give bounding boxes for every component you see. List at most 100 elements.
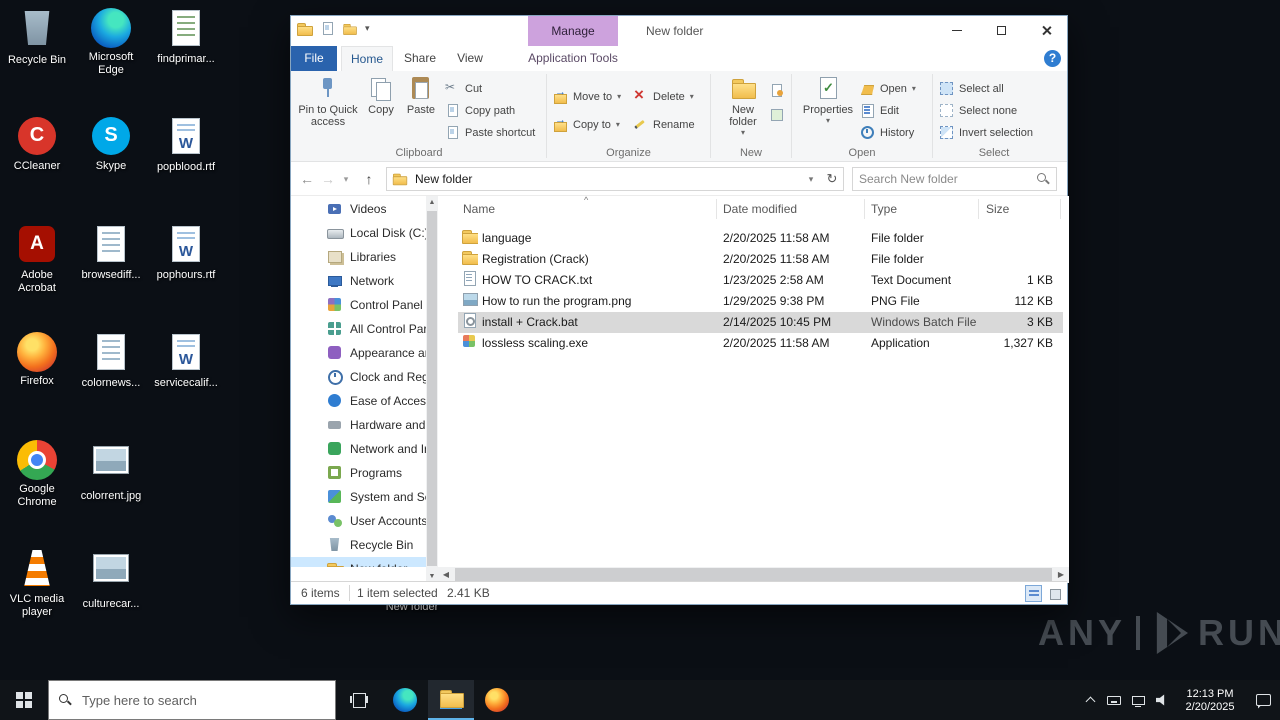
qat-customize-chevron-icon[interactable]: ▾ bbox=[365, 24, 370, 33]
column-separator[interactable] bbox=[978, 199, 979, 219]
tray-network-button[interactable] bbox=[1126, 680, 1150, 720]
desktop-icon-pophours[interactable]: pophours.rtf bbox=[150, 224, 222, 282]
nav-item-system-security[interactable]: System and Se bbox=[291, 485, 426, 509]
file-row-install-crack-bat[interactable]: install + Crack.bat 2/14/2025 10:45 PM W… bbox=[458, 312, 1063, 333]
tray-volume-button[interactable] bbox=[1150, 680, 1174, 720]
nav-item-network-internet[interactable]: Network and Ir bbox=[291, 437, 426, 461]
address-box[interactable]: New folder ▾ ↻ bbox=[386, 167, 844, 191]
refresh-button[interactable]: ↻ bbox=[821, 171, 843, 187]
taskbar-firefox-button[interactable] bbox=[474, 680, 520, 720]
recent-locations-button[interactable]: ▾ bbox=[339, 169, 353, 189]
scroll-up-icon[interactable]: ▲ bbox=[426, 196, 438, 209]
column-header-name[interactable]: Name bbox=[463, 196, 495, 222]
action-center-button[interactable] bbox=[1246, 680, 1280, 720]
file-row-registration-crack[interactable]: Registration (Crack) 2/20/2025 11:58 AM … bbox=[458, 249, 1063, 270]
copy-path-button[interactable]: Copy path bbox=[445, 101, 515, 120]
desktop-icon-ccleaner[interactable]: CCleaner bbox=[1, 116, 73, 173]
column-header-date-modified[interactable]: Date modified bbox=[723, 196, 797, 222]
nav-item-clock-region[interactable]: Clock and Regi bbox=[291, 365, 426, 389]
tray-keyboard-button[interactable] bbox=[1102, 680, 1126, 720]
delete-button[interactable]: Delete ▾ bbox=[633, 87, 694, 106]
search-input[interactable] bbox=[853, 172, 1035, 186]
paste-button[interactable]: Paste bbox=[401, 75, 441, 116]
cut-button[interactable]: Cut bbox=[445, 79, 482, 98]
taskbar-file-explorer-button[interactable] bbox=[428, 680, 474, 720]
minimize-button[interactable] bbox=[934, 16, 979, 45]
desktop-icon-firefox[interactable]: Firefox bbox=[1, 332, 73, 388]
column-separator[interactable] bbox=[1060, 199, 1061, 219]
tab-view[interactable]: View bbox=[447, 46, 493, 71]
nav-item-local-disk[interactable]: Local Disk (C:) bbox=[291, 221, 426, 245]
back-button[interactable]: ← bbox=[297, 169, 317, 189]
start-button[interactable] bbox=[0, 680, 48, 720]
qat-properties-icon[interactable] bbox=[320, 21, 335, 36]
tab-home[interactable]: Home bbox=[341, 46, 393, 71]
desktop-icon-google-chrome[interactable]: Google Chrome bbox=[1, 440, 73, 509]
nav-item-user-accounts[interactable]: User Accounts bbox=[291, 509, 426, 533]
desktop-icon-microsoft-edge[interactable]: Microsoft Edge bbox=[75, 8, 147, 77]
column-header-type[interactable]: Type bbox=[871, 196, 897, 222]
properties-button[interactable]: Properties ▾ bbox=[800, 75, 856, 125]
column-separator[interactable] bbox=[716, 199, 717, 219]
history-button[interactable]: History bbox=[860, 123, 914, 142]
nav-item-videos[interactable]: Videos bbox=[291, 197, 426, 221]
rename-button[interactable]: Rename bbox=[633, 115, 695, 134]
address-dropdown-button[interactable]: ▾ bbox=[801, 174, 821, 185]
new-folder-button[interactable]: New folder ▾ bbox=[717, 75, 769, 137]
desktop-icon-culturecar[interactable]: culturecar... bbox=[75, 548, 147, 611]
pin-to-quick-access-button[interactable]: Pin to Quick access bbox=[297, 75, 359, 128]
taskbar-edge-button[interactable] bbox=[382, 680, 428, 720]
copy-button[interactable]: Copy bbox=[361, 75, 401, 116]
desktop-icon-colornews[interactable]: colornews... bbox=[75, 332, 147, 390]
tab-file[interactable]: File bbox=[291, 46, 337, 71]
details-view-button[interactable] bbox=[1025, 585, 1042, 602]
desktop-icon-colorrent[interactable]: colorrent.jpg bbox=[75, 440, 147, 503]
tab-share[interactable]: Share bbox=[395, 46, 445, 71]
desktop-icon-skype[interactable]: Skype bbox=[75, 116, 147, 173]
desktop-icon-browsediff[interactable]: browsediff... bbox=[75, 224, 147, 282]
forward-button[interactable]: → bbox=[318, 169, 338, 189]
nav-item-network[interactable]: Network bbox=[291, 269, 426, 293]
thumbnail-view-button[interactable] bbox=[1046, 585, 1063, 602]
desktop-icon-popblood[interactable]: popblood.rtf bbox=[150, 116, 222, 174]
file-row-lossless-scaling-exe[interactable]: lossless scaling.exe 2/20/2025 11:58 AM … bbox=[458, 333, 1063, 354]
new-item-button[interactable] bbox=[769, 81, 784, 100]
desktop-icon-findprimar[interactable]: findprimar... bbox=[150, 8, 222, 66]
up-button[interactable]: ↑ bbox=[359, 169, 379, 189]
file-row-language[interactable]: language 2/20/2025 11:58 AM File folder bbox=[458, 228, 1063, 249]
move-to-button[interactable]: Move to ▾ bbox=[553, 87, 621, 106]
nav-item-programs[interactable]: Programs bbox=[291, 461, 426, 485]
task-view-button[interactable] bbox=[336, 680, 382, 720]
copy-to-button[interactable]: Copy to ▾ bbox=[553, 115, 620, 134]
desktop-icon-recycle-bin[interactable]: Recycle Bin bbox=[1, 8, 73, 67]
search-box[interactable] bbox=[852, 167, 1057, 191]
tab-application-tools[interactable]: Application Tools bbox=[523, 46, 623, 71]
nav-item-recycle-bin[interactable]: Recycle Bin bbox=[291, 533, 426, 557]
nav-item-new-folder[interactable]: New folder bbox=[291, 557, 426, 567]
paste-shortcut-button[interactable]: Paste shortcut bbox=[445, 123, 535, 142]
horizontal-scrollbar-thumb[interactable] bbox=[455, 568, 1052, 582]
column-header-size[interactable]: Size bbox=[986, 196, 1009, 222]
nav-item-hardware[interactable]: Hardware and bbox=[291, 413, 426, 437]
nav-item-libraries[interactable]: Libraries bbox=[291, 245, 426, 269]
file-row-how-to-crack-txt[interactable]: HOW TO CRACK.txt 1/23/2025 2:58 AM Text … bbox=[458, 270, 1063, 291]
taskbar-search-input[interactable] bbox=[78, 693, 327, 708]
maximize-button[interactable] bbox=[979, 16, 1024, 45]
select-all-button[interactable]: Select all bbox=[939, 79, 1004, 98]
select-none-button[interactable]: Select none bbox=[939, 101, 1017, 120]
desktop-icon-servicecalif[interactable]: servicecalif... bbox=[150, 332, 222, 390]
address-path[interactable]: New folder bbox=[408, 172, 801, 186]
edit-button[interactable]: Edit bbox=[860, 101, 899, 120]
nav-scrollbar-thumb[interactable] bbox=[427, 211, 437, 566]
nav-item-ease-of-access[interactable]: Ease of Access bbox=[291, 389, 426, 413]
close-button[interactable] bbox=[1024, 16, 1068, 45]
taskbar-clock[interactable]: 12:13 PM 2/20/2025 bbox=[1174, 687, 1246, 714]
invert-selection-button[interactable]: Invert selection bbox=[939, 123, 1033, 142]
nav-item-control-panel[interactable]: Control Panel bbox=[291, 293, 426, 317]
title-bar[interactable]: ▾ Manage New folder bbox=[291, 16, 1067, 46]
qat-new-folder-icon[interactable] bbox=[343, 23, 357, 35]
nav-item-appearance[interactable]: Appearance an bbox=[291, 341, 426, 365]
open-button[interactable]: Open ▾ bbox=[860, 79, 916, 98]
easy-access-button[interactable] bbox=[769, 105, 784, 124]
nav-item-all-control-panel-items[interactable]: All Control Par bbox=[291, 317, 426, 341]
